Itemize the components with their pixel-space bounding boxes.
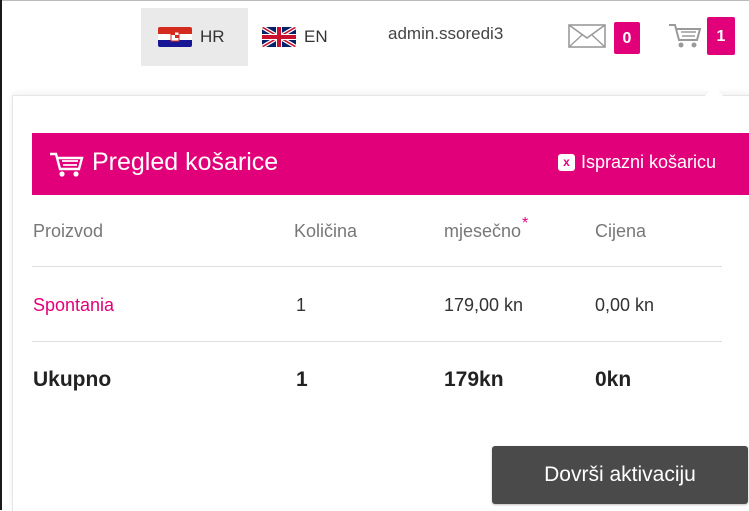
cart-header-icon — [49, 151, 85, 184]
product-link[interactable]: Spontania — [33, 295, 114, 316]
monthly-asterisk: * — [522, 215, 529, 232]
row-price: 0,00 kn — [595, 295, 655, 315]
cart-title: Pregled košarice — [92, 148, 279, 176]
column-header-price: Cijena — [595, 221, 647, 241]
empty-cart-button[interactable]: x Isprazni košaricu — [558, 152, 716, 173]
table-divider — [32, 266, 722, 267]
total-quantity: 1 — [296, 368, 308, 391]
language-en[interactable]: EN — [262, 8, 328, 66]
column-header-monthly-label: mjesečno — [444, 221, 522, 241]
row-quantity: 1 — [296, 295, 307, 315]
total-label: Ukupno — [33, 368, 112, 391]
close-icon: x — [558, 154, 575, 171]
column-header-quantity: Količina — [294, 221, 358, 241]
empty-cart-label: Isprazni košaricu — [581, 152, 717, 172]
table-divider — [32, 341, 722, 342]
total-price: 0kn — [595, 368, 632, 391]
language-hr-label: HR — [200, 27, 225, 46]
language-hr[interactable]: HR — [141, 8, 248, 66]
complete-activation-button[interactable]: Dovrši aktivaciju — [492, 446, 748, 504]
mail-icon[interactable] — [568, 24, 606, 53]
cart-count-badge[interactable]: 1 — [707, 17, 735, 55]
column-header-monthly: mjesečno* — [444, 215, 528, 242]
total-monthly: 179kn — [444, 368, 504, 391]
language-en-label: EN — [304, 27, 328, 46]
croatia-flag-icon — [158, 27, 192, 47]
window-left-border — [0, 0, 2, 510]
cart-header: Pregled košarice x Isprazni košaricu — [32, 133, 749, 195]
row-monthly: 179,00 kn — [444, 295, 524, 315]
username-link[interactable]: admin.ssoredi3 — [388, 24, 503, 44]
dropdown-caret — [705, 87, 723, 96]
mail-count-badge[interactable]: 0 — [614, 22, 640, 54]
top-bar: HR EN admin.ssoredi3 0 1 — [0, 0, 749, 66]
column-header-product: Proizvod — [33, 221, 104, 241]
uk-flag-icon — [262, 27, 296, 47]
cart-icon[interactable] — [668, 22, 702, 55]
